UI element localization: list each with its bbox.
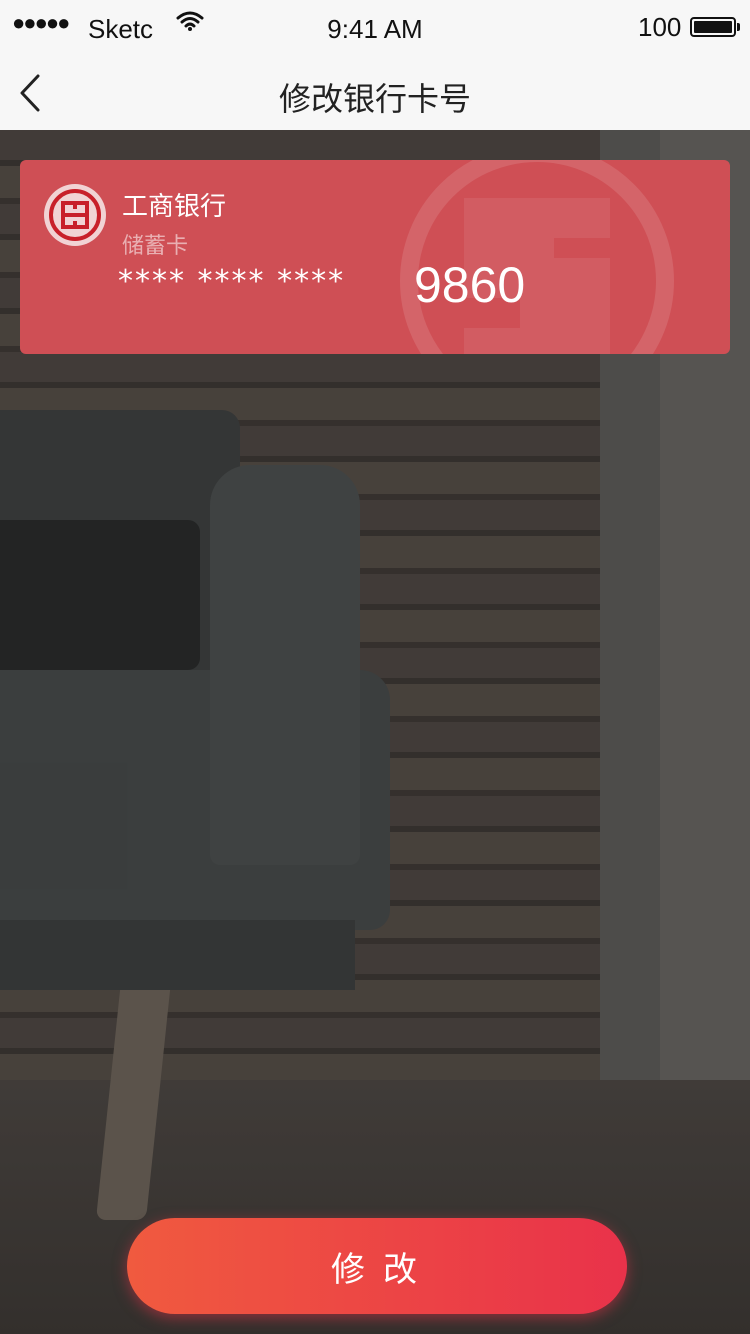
battery-percentage: 100 — [638, 12, 682, 42]
battery-tip — [737, 23, 740, 31]
card-number-last-four: 9860 — [414, 257, 526, 313]
icbc-logo-icon — [44, 184, 106, 246]
page-title: 修改银行卡号 — [278, 80, 471, 118]
card-type: 储蓄卡 — [122, 234, 189, 259]
battery-icon — [690, 17, 736, 37]
status-bar: ●●●●● Sketc 9:41 AM 100 — [0, 0, 750, 56]
header: ●●●●● Sketc 9:41 AM 100 修改银行卡号 — [0, 0, 750, 130]
bank-name: 工商银行 — [122, 192, 227, 222]
bank-card[interactable]: 工商银行 储蓄卡 **** **** **** 9860 — [20, 160, 730, 354]
card-number-masked: **** **** **** — [118, 264, 346, 299]
modify-button[interactable]: 修改 — [127, 1218, 627, 1314]
